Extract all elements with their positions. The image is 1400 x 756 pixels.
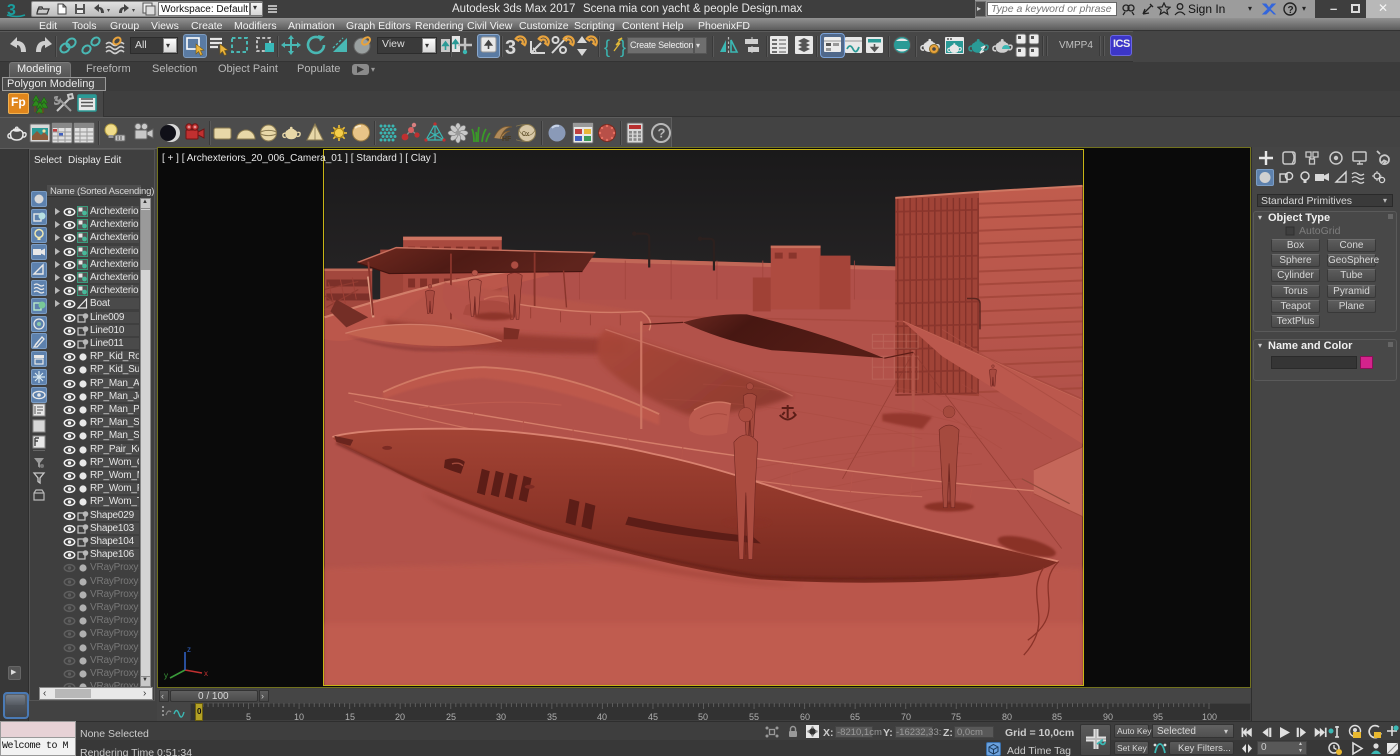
svg-text:0x: 0x [522,131,530,138]
svg-text:?: ? [1288,5,1294,16]
svg-text:y: y [164,671,168,680]
svg-text:z: z [187,645,191,654]
svg-text:3: 3 [505,37,516,59]
svg-text:?: ? [658,126,666,141]
svg-text:{: { [604,37,610,57]
svg-text:HF: HF [502,136,512,143]
svg-text:x: x [204,669,208,678]
